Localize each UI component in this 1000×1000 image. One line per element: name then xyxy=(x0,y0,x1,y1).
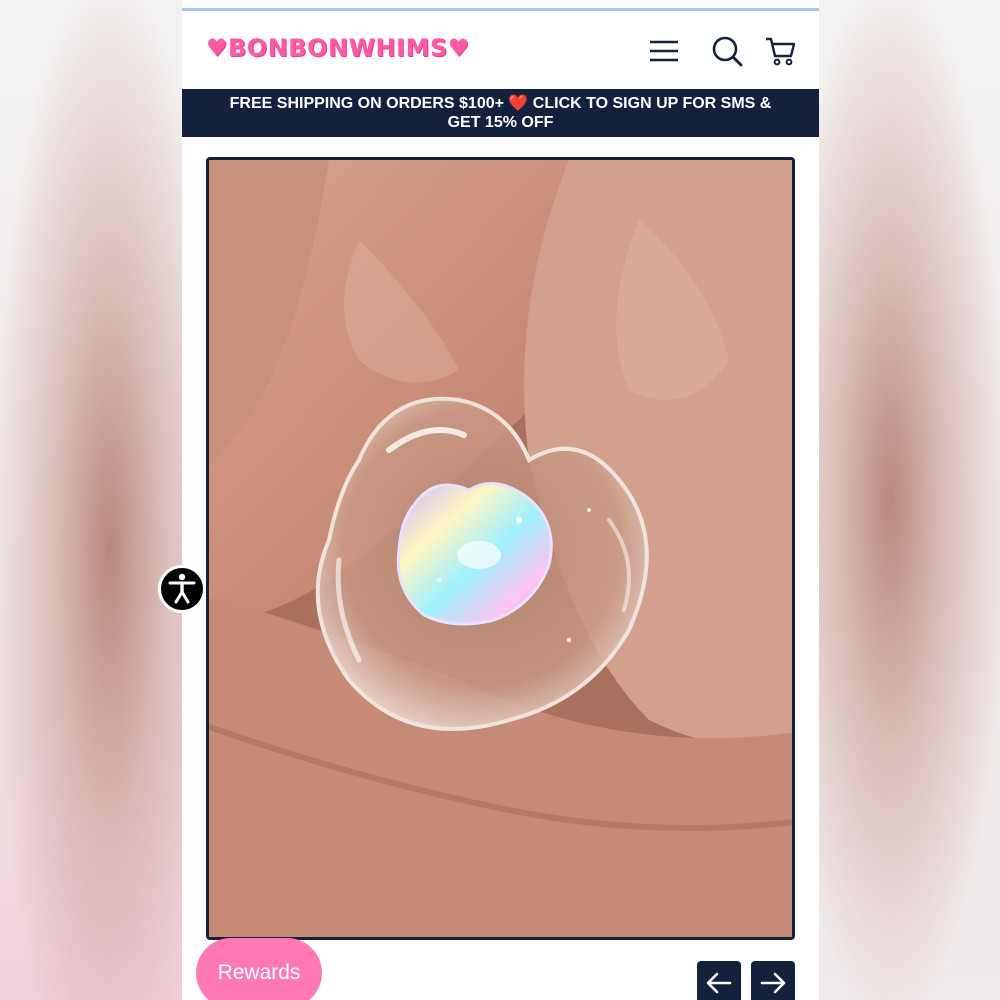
rewards-button[interactable]: Rewards xyxy=(196,938,322,1000)
promo-text-end: CLICK TO SIGN UP FOR SMS & xyxy=(532,95,772,112)
cart-icon[interactable] xyxy=(764,34,798,68)
background-blur-right xyxy=(818,0,1000,1000)
phone-screen: ♥BONBONWHIMS♥ FREE SHIPPING ON ORDERS $1… xyxy=(182,0,819,1000)
arrow-right-icon[interactable] xyxy=(751,961,795,1000)
top-divider xyxy=(182,8,819,11)
hamburger-menu-icon[interactable] xyxy=(647,34,681,68)
accessibility-icon[interactable] xyxy=(158,565,206,613)
product-image[interactable] xyxy=(206,157,795,940)
promo-banner-line1: FREE SHIPPING ON ORDERS $100+ ❤️ CLICK T… xyxy=(182,94,819,113)
background-blur-left xyxy=(0,0,182,1000)
heart-icon: ❤️ xyxy=(508,95,529,112)
site-header: ♥BONBONWHIMS♥ xyxy=(182,12,819,90)
arrow-left-icon[interactable] xyxy=(697,961,741,1000)
promo-banner[interactable]: FREE SHIPPING ON ORDERS $100+ ❤️ CLICK T… xyxy=(182,89,819,137)
search-icon[interactable] xyxy=(710,34,744,68)
promo-text-start: FREE SHIPPING ON ORDERS $100+ xyxy=(229,95,504,112)
brand-logo[interactable]: ♥BONBONWHIMS♥ xyxy=(206,34,470,62)
promo-banner-line2: GET 15% OFF xyxy=(447,114,554,131)
